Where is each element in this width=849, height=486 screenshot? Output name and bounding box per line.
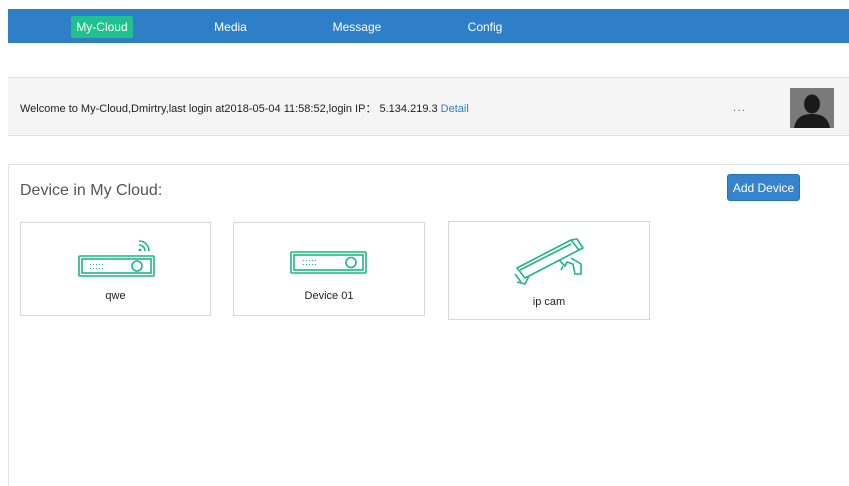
device-card-device-01[interactable]: Device 01 bbox=[233, 222, 425, 316]
add-device-button[interactable]: Add Device bbox=[727, 174, 800, 201]
device-panel-title: Device in My Cloud: bbox=[20, 182, 163, 199]
welcome-bar: Welcome to My-Cloud,Dmirtry,last login a… bbox=[8, 77, 849, 136]
device-card-qwe[interactable]: qwe bbox=[20, 222, 211, 316]
welcome-message: Welcome to My-Cloud,Dmirtry,last login a… bbox=[20, 100, 469, 116]
top-nav-bar: My-Cloud Media Message Config bbox=[8, 9, 849, 43]
ip-camera-icon bbox=[514, 238, 584, 285]
device-card-ip-cam[interactable]: ip cam bbox=[448, 221, 650, 320]
nav-tab-message[interactable]: Message bbox=[328, 16, 386, 38]
device-name: qwe bbox=[105, 290, 126, 302]
user-avatar-icon[interactable] bbox=[790, 88, 834, 128]
more-options-button[interactable]: ... bbox=[733, 100, 746, 114]
nav-tab-config[interactable]: Config bbox=[463, 16, 507, 38]
welcome-text: Welcome to My-Cloud,Dmirtry,last login a… bbox=[20, 103, 441, 115]
nav-tab-my-cloud[interactable]: My-Cloud bbox=[71, 16, 133, 38]
device-name: Device 01 bbox=[304, 290, 354, 302]
nvr-icon bbox=[290, 251, 367, 274]
device-panel: Device in My Cloud: Add Device bbox=[8, 164, 849, 486]
wifi-nvr-icon bbox=[78, 240, 155, 277]
detail-link[interactable]: Detail bbox=[441, 103, 469, 115]
nav-tab-media[interactable]: Media bbox=[208, 16, 253, 38]
device-name: ip cam bbox=[532, 296, 566, 308]
